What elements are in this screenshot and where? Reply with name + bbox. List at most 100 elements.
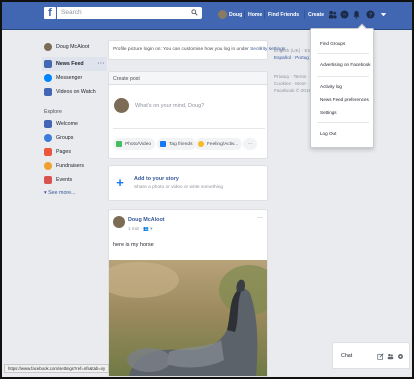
new-group-icon[interactable] bbox=[387, 353, 394, 360]
create-post-header: Create post bbox=[109, 72, 267, 85]
nav-divider bbox=[264, 10, 265, 19]
events-icon bbox=[44, 176, 52, 184]
sidebar-item-events[interactable]: Events bbox=[42, 173, 107, 187]
button-label: Photo/Video bbox=[125, 141, 152, 147]
more-options-button[interactable]: ··· bbox=[243, 138, 257, 150]
friend-requests-icon[interactable] bbox=[328, 10, 337, 19]
chat-bar[interactable]: Chat bbox=[332, 342, 410, 369]
menu-item-advertising[interactable]: Advertising on Facebook bbox=[320, 62, 371, 67]
more-options-icon[interactable]: ··· bbox=[98, 61, 106, 67]
home-link[interactable]: Home bbox=[248, 12, 262, 18]
chat-label: Chat bbox=[341, 353, 353, 359]
language-links[interactable]: Español · Portug bbox=[274, 55, 309, 60]
photo-icon bbox=[116, 141, 122, 147]
sidebar-item-fundraisers[interactable]: Fundraisers bbox=[42, 159, 107, 173]
search-input[interactable]: Search bbox=[57, 7, 202, 19]
messenger-icon[interactable] bbox=[340, 10, 349, 19]
messenger-icon bbox=[44, 74, 52, 82]
button-label: Tag friends bbox=[169, 141, 193, 147]
plus-icon: + bbox=[116, 175, 124, 190]
help-icon[interactable]: ? bbox=[366, 10, 375, 19]
avatar bbox=[114, 98, 129, 113]
add-story-card[interactable]: + Add to your story Share a photo or vid… bbox=[108, 165, 268, 201]
feed-post: Doug McAloot 1 min · 👥 ▾ ··· here is my … bbox=[108, 209, 268, 377]
browser-status-bar: https://www.facebook.com/settings?ref=nf… bbox=[4, 364, 110, 373]
feeling-icon bbox=[198, 141, 204, 147]
watch-icon bbox=[44, 88, 52, 96]
post-author-link[interactable]: Doug McAloot bbox=[128, 217, 165, 223]
sidebar-item-pages[interactable]: Pages bbox=[42, 145, 107, 159]
compose-icon[interactable] bbox=[377, 353, 384, 360]
close-icon[interactable]: × bbox=[258, 46, 262, 52]
sidebar-item-label: Groups bbox=[56, 135, 74, 141]
photo-video-button[interactable]: Photo/Video bbox=[113, 138, 156, 150]
welcome-icon bbox=[44, 120, 52, 128]
notifications-bell-icon[interactable] bbox=[352, 10, 361, 19]
search-icon[interactable] bbox=[191, 9, 198, 16]
nav-divider bbox=[304, 10, 305, 19]
avatar bbox=[44, 43, 52, 51]
sidebar-item-profile[interactable]: Doug McAloot bbox=[42, 40, 107, 54]
right-column: English (UK) · En Español · Portug Priva… bbox=[274, 47, 314, 94]
divider bbox=[113, 128, 265, 129]
notice-message: Profile picture login on: You can custom… bbox=[113, 47, 249, 52]
see-more-link[interactable]: ▾ See more... bbox=[44, 190, 107, 196]
account-dropdown-caret-icon[interactable] bbox=[379, 10, 388, 19]
copyright-text: Facebook © 2019 bbox=[274, 88, 312, 93]
tag-friends-button[interactable]: Tag friends bbox=[157, 138, 197, 150]
sidebar-item-label: Events bbox=[56, 177, 73, 183]
language-current: English (UK) · En bbox=[274, 48, 311, 53]
account-dropdown-menu: Find Groups Advertising on Facebook Acti… bbox=[310, 23, 374, 148]
footer-links[interactable]: Privacy · Terms · bbox=[274, 73, 314, 80]
create-post-title: Create post bbox=[113, 76, 140, 82]
tag-friends-icon bbox=[160, 141, 166, 147]
profile-avatar[interactable] bbox=[218, 10, 227, 19]
sidebar-item-label: Doug McAloot bbox=[56, 44, 90, 50]
browser-viewport: f Search Doug Home Find Friends Create ? bbox=[0, 0, 414, 379]
menu-item-log-out[interactable]: Log Out bbox=[320, 131, 336, 136]
post-text: here is my horse bbox=[113, 242, 154, 248]
news-feed-icon bbox=[44, 60, 52, 68]
top-navigation-bar: f Search Doug Home Find Friends Create ? bbox=[2, 2, 412, 30]
story-title: Add to your story bbox=[134, 176, 179, 182]
pages-icon bbox=[44, 148, 52, 156]
menu-item-news-feed-preferences[interactable]: News Feed preferences bbox=[320, 97, 369, 102]
story-subtitle: Share a photo or video or write somethin… bbox=[134, 185, 224, 190]
create-post-card: Create post What's on your mind, Doug? P… bbox=[108, 71, 268, 159]
post-timestamp[interactable]: 1 min · 👥 ▾ bbox=[128, 226, 153, 232]
divider bbox=[317, 122, 369, 123]
sidebar-item-news-feed[interactable]: News Feed ··· bbox=[42, 57, 107, 71]
horse-photo[interactable] bbox=[109, 260, 267, 376]
sidebar-item-welcome[interactable]: Welcome bbox=[42, 117, 107, 131]
menu-item-settings[interactable]: Settings bbox=[320, 110, 337, 115]
post-options-icon[interactable]: ··· bbox=[257, 215, 263, 221]
sidebar-item-label: Welcome bbox=[56, 121, 78, 127]
divider bbox=[317, 53, 369, 54]
sidebar-item-label: Pages bbox=[56, 149, 72, 155]
find-friends-link[interactable]: Find Friends bbox=[268, 12, 299, 18]
menu-item-activity-log[interactable]: Activity log bbox=[320, 84, 342, 89]
search-placeholder: Search bbox=[61, 9, 82, 16]
feeling-activity-button[interactable]: Feeling/Activ... bbox=[195, 138, 243, 150]
avatar[interactable] bbox=[113, 216, 125, 228]
menu-item-find-groups[interactable]: Find Groups bbox=[320, 41, 345, 46]
sidebar-item-label: Fundraisers bbox=[56, 163, 84, 169]
sidebar-item-groups[interactable]: Groups bbox=[42, 131, 107, 145]
fundraisers-icon bbox=[44, 162, 52, 170]
facebook-logo-icon[interactable]: f bbox=[44, 7, 56, 19]
profile-link[interactable]: Doug bbox=[229, 12, 242, 18]
sidebar-item-label: Messenger bbox=[56, 75, 83, 81]
create-link[interactable]: Create bbox=[308, 12, 324, 18]
sidebar-item-label: Videos on Watch bbox=[56, 89, 96, 95]
footer-links[interactable]: Cookies · More · bbox=[274, 80, 314, 87]
sidebar-item-messenger[interactable]: Messenger bbox=[42, 71, 107, 85]
post-composer-input[interactable]: What's on your mind, Doug? bbox=[135, 103, 204, 109]
sidebar-item-label: News Feed bbox=[56, 61, 84, 67]
sidebar-item-watch[interactable]: Videos on Watch bbox=[42, 85, 107, 99]
explore-heading: Explore bbox=[44, 109, 62, 115]
login-notice: Profile picture login on: You can custom… bbox=[108, 40, 287, 60]
button-label: Feeling/Activ... bbox=[207, 141, 239, 147]
gear-icon[interactable] bbox=[397, 353, 404, 360]
divider bbox=[317, 76, 369, 77]
groups-icon bbox=[44, 134, 52, 142]
